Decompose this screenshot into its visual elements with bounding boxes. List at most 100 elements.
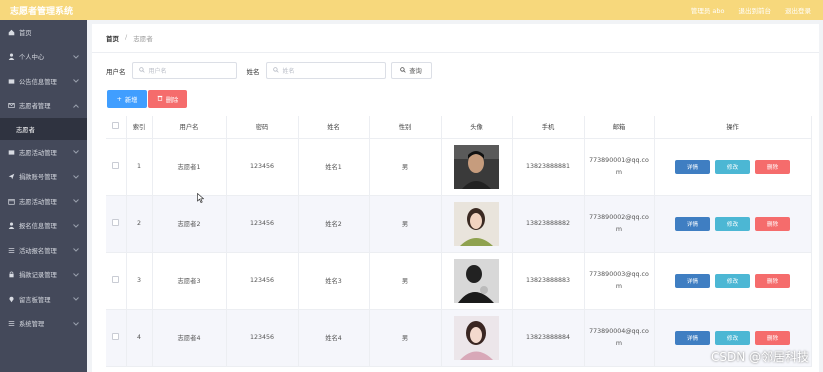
- detail-button[interactable]: 详情: [675, 273, 710, 288]
- logout-link[interactable]: 退出登录: [785, 5, 811, 15]
- row-checkbox[interactable]: [112, 219, 120, 226]
- column-header-name: 姓名: [298, 116, 370, 139]
- row-checkbox[interactable]: [112, 162, 120, 169]
- column-header-actions: 操作: [654, 116, 812, 139]
- cell-avatar: [441, 252, 513, 310]
- cell-email: 773890002@qq.com: [584, 195, 655, 253]
- breadcrumb-home[interactable]: 首页: [106, 33, 119, 43]
- cell-email: 773890003@qq.com: [584, 252, 655, 310]
- cell-name: 姓名4: [298, 309, 370, 367]
- row-checkbox[interactable]: [112, 333, 120, 340]
- column-header-avatar: 头像: [441, 116, 513, 139]
- row-select-cell: [106, 138, 127, 196]
- edit-button[interactable]: 修改: [715, 273, 750, 288]
- plus-icon: +: [116, 95, 122, 103]
- sidebar-item-notices[interactable]: 公告信息管理: [0, 69, 87, 94]
- detail-button[interactable]: 详情: [675, 216, 710, 231]
- delete-button[interactable]: 删除: [755, 330, 790, 345]
- search-icon: [272, 66, 279, 75]
- delete-button[interactable]: 删除: [755, 273, 790, 288]
- column-header-email: 邮箱: [584, 116, 655, 139]
- chevron-down-icon: [73, 174, 79, 181]
- batch-delete-button[interactable]: 删除: [148, 90, 187, 108]
- select-all-checkbox[interactable]: [112, 122, 120, 130]
- cell-avatar: [441, 195, 513, 253]
- delete-button-label: 删除: [766, 164, 779, 171]
- cell-gender: 男: [369, 309, 442, 367]
- sidebar-item-volunteer-activities[interactable]: 志愿活动管理: [0, 189, 87, 214]
- sidebar-item-activity-signups[interactable]: 活动报名管理: [0, 238, 87, 263]
- sidebar-item-message-board[interactable]: 留言板管理: [0, 287, 87, 312]
- query-button[interactable]: 查询: [390, 62, 432, 79]
- edit-button[interactable]: 修改: [715, 330, 750, 345]
- mail-icon: [7, 102, 15, 110]
- detail-button-label: 详情: [686, 221, 699, 228]
- detail-button[interactable]: 详情: [675, 159, 710, 174]
- name-input[interactable]: 姓名: [265, 62, 386, 79]
- sidebar-item-system[interactable]: 系统管理: [0, 312, 87, 337]
- delete-button[interactable]: 删除: [755, 216, 790, 231]
- calendar-icon: [7, 197, 15, 205]
- sidebar-subitem-volunteer[interactable]: 志愿者: [0, 118, 87, 140]
- volunteer-table: 索引 用户名 密码 姓名 性别 头像 手机 邮箱 操作 1 志愿者1 12345…: [106, 116, 812, 367]
- row-select-cell: [106, 252, 127, 310]
- home-icon: [7, 28, 15, 36]
- detail-button[interactable]: 详情: [675, 330, 710, 345]
- search-bar: 用户名 用户名 姓名 姓名 查询: [106, 62, 432, 79]
- sidebar-item-label: 捐款账号管理: [19, 174, 57, 182]
- chevron-down-icon: [73, 54, 79, 61]
- delete-button-label: 删除: [766, 221, 779, 228]
- edit-button[interactable]: 修改: [715, 216, 750, 231]
- cell-index: 2: [126, 195, 153, 253]
- cell-actions: 详情 修改 删除: [654, 252, 812, 310]
- lock-icon: [7, 271, 15, 279]
- sidebar-item-label: 首页: [19, 29, 32, 37]
- sidebar-item-activities[interactable]: 志愿活动管理: [0, 140, 87, 165]
- cell-avatar: [441, 138, 513, 196]
- add-button[interactable]: + 新增: [107, 90, 147, 108]
- search-icon: [400, 66, 406, 75]
- user-icon: [7, 222, 15, 230]
- message-icon: [7, 148, 15, 156]
- search-icon: [138, 66, 145, 75]
- list-icon: [7, 320, 15, 328]
- delete-button[interactable]: 删除: [755, 159, 790, 174]
- query-button-label: 查询: [409, 68, 422, 75]
- back-to-front-link[interactable]: 退出到前台: [739, 5, 772, 15]
- sidebar-item-profile[interactable]: 个人中心: [0, 45, 87, 70]
- sidebar-item-volunteers[interactable]: 志愿者管理: [0, 94, 87, 119]
- sidebar-item-donation-accounts[interactable]: 捐款账号管理: [0, 165, 87, 190]
- edit-button[interactable]: 修改: [715, 159, 750, 174]
- username-label: 用户名: [106, 67, 126, 76]
- cell-index: 4: [126, 309, 153, 367]
- cell-actions: 详情 修改 删除: [654, 195, 812, 253]
- chevron-down-icon: [73, 198, 79, 205]
- breadcrumb: 首页 / 志愿者: [106, 33, 153, 43]
- edit-button-label: 修改: [726, 335, 739, 342]
- username-placeholder: 用户名: [148, 68, 167, 75]
- cell-username: 志愿者3: [152, 252, 227, 310]
- sidebar-item-donation-records[interactable]: 捐款记录管理: [0, 263, 87, 288]
- cell-index: 1: [126, 138, 153, 196]
- cell-username: 志愿者1: [152, 138, 227, 196]
- sidebar-item-registrations[interactable]: 报名信息管理: [0, 214, 87, 239]
- table-row: 2 志愿者2 123456 姓名2 男 13823888882 77389000…: [106, 195, 812, 253]
- watermark: CSDN @邻居科技: [710, 350, 809, 364]
- column-header-password: 密码: [226, 116, 299, 139]
- row-checkbox[interactable]: [112, 276, 120, 283]
- chevron-down-icon: [73, 272, 79, 279]
- top-bar: 志愿者管理系统 管理员 abo 退出到前台 退出登录: [0, 0, 823, 20]
- mouse-cursor-icon: [197, 193, 204, 203]
- send-icon: [7, 173, 15, 181]
- username-input[interactable]: 用户名: [131, 62, 237, 79]
- list-icon: [7, 246, 15, 254]
- sidebar-item-label: 活动报名管理: [19, 247, 57, 255]
- column-header-index: 索引: [126, 116, 153, 139]
- edit-button-label: 修改: [726, 221, 739, 228]
- sidebar-item-home[interactable]: 首页: [0, 20, 87, 45]
- delete-button-label: 删除: [766, 335, 779, 342]
- sidebar-item-label: 公告信息管理: [19, 78, 57, 86]
- delete-button-label: 删除: [766, 278, 779, 285]
- cell-name: 姓名2: [298, 195, 370, 253]
- cell-phone: 13823888884: [512, 309, 585, 367]
